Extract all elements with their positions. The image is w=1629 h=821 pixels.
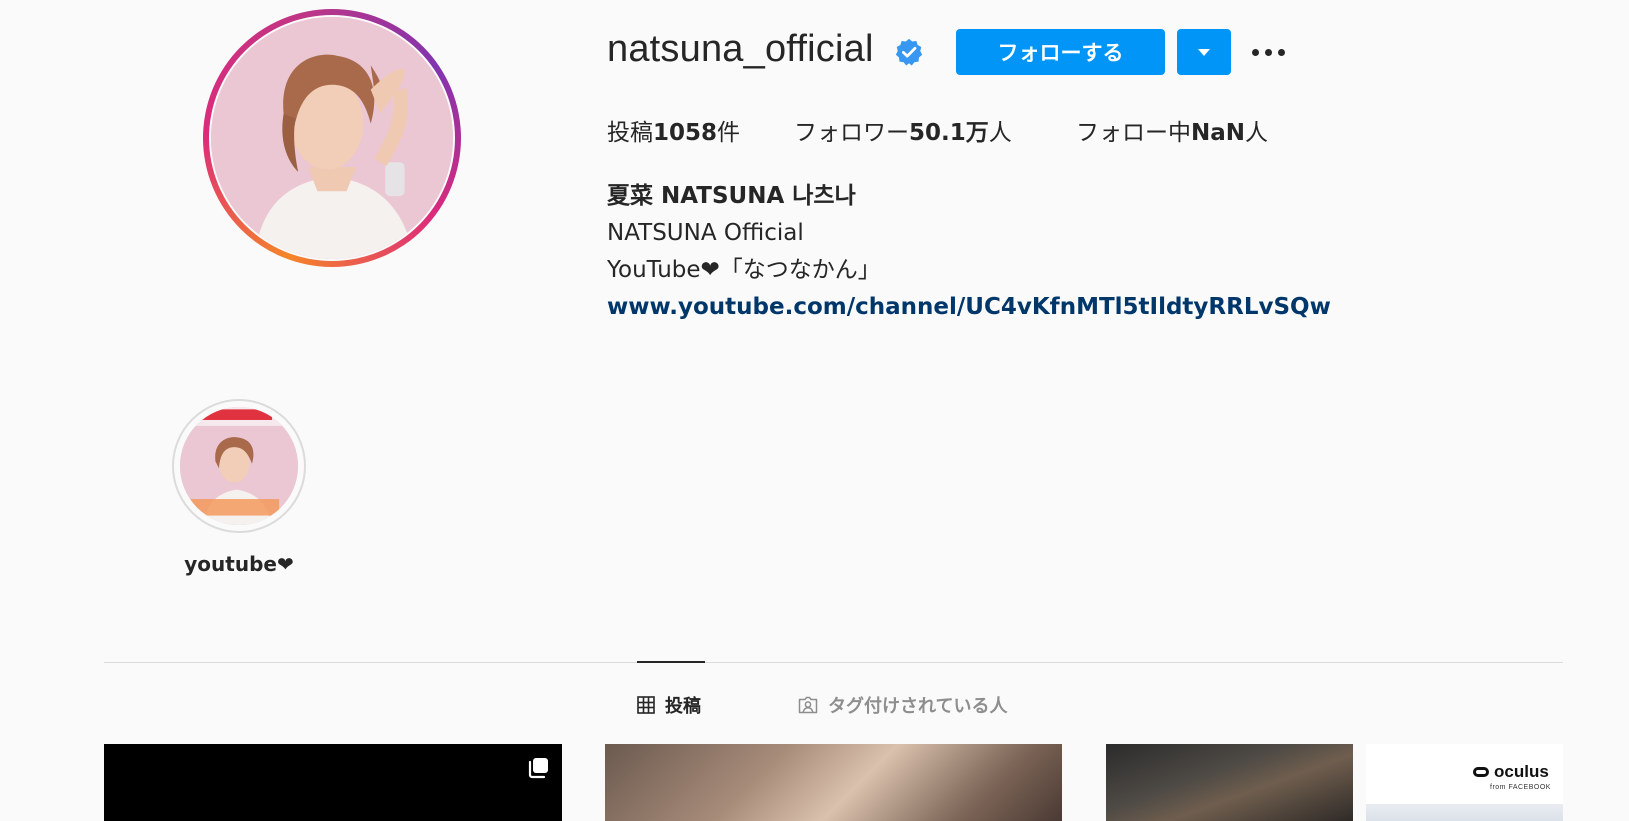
tab-tagged-label: タグ付けされている人: [828, 696, 1008, 717]
tab-tagged[interactable]: タグ付けされている人: [798, 692, 1007, 718]
follow-button[interactable]: フォローする: [956, 29, 1165, 75]
following-label: フォロー中: [1076, 120, 1191, 146]
profile-page: natsuna_official フォローする 投稿1058件 フォロワー50.…: [0, 0, 1629, 821]
oculus-ad-photo: [1366, 804, 1563, 821]
suggested-accounts-dropdown-button[interactable]: [1177, 29, 1231, 75]
story-highlight[interactable]: [172, 399, 306, 533]
grid-icon: [637, 696, 655, 714]
bio-external-link[interactable]: www.youtube.com/channel/UC4vKfnMTl5tIldt…: [607, 289, 1331, 326]
bio-line-1: NATSUNA Official: [607, 220, 804, 246]
profile-avatar[interactable]: [211, 17, 453, 259]
tab-posts-label: 投稿: [665, 696, 701, 717]
oculus-logo: oculus: [1473, 762, 1549, 782]
followers-count: 50.1万: [909, 120, 989, 146]
bio-line-2: YouTube❤︎「なつなかん」: [607, 257, 881, 283]
verified-badge-icon: [895, 38, 923, 66]
oculus-brand-text: oculus: [1494, 762, 1549, 781]
highlight-label[interactable]: youtube❤︎: [165, 552, 313, 576]
posts-label: 投稿: [607, 120, 653, 146]
tagged-person-icon: [798, 696, 818, 714]
more-dot: [1264, 48, 1272, 56]
tab-posts[interactable]: 投稿: [637, 692, 701, 718]
posts-count-stat: 投稿1058件: [607, 113, 740, 147]
oculus-ring-icon: [1473, 767, 1489, 777]
posts-suffix: 件: [717, 120, 741, 146]
following-suffix: 人: [1245, 120, 1269, 146]
more-dot: [1277, 48, 1285, 56]
more-dot: [1251, 48, 1259, 56]
followers-label: フォロワー: [794, 120, 909, 146]
highlight-cover-illustration: [180, 407, 298, 525]
full-name: 夏菜 NATSUNA 나츠나: [607, 183, 856, 209]
followers-count-stat[interactable]: フォロワー50.1万人: [794, 113, 1012, 147]
username: natsuna_official: [607, 28, 874, 70]
post-thumbnail[interactable]: [605, 744, 1062, 821]
active-tab-indicator: [637, 661, 705, 663]
caret-down-icon: [1198, 48, 1210, 56]
following-count-stat[interactable]: フォロー中NaN人: [1076, 113, 1268, 147]
carousel-icon: [528, 758, 548, 779]
more-options-icon[interactable]: [1248, 36, 1288, 68]
post-thumbnail[interactable]: [1106, 744, 1353, 821]
profile-bio: 夏菜 NATSUNA 나츠나 NATSUNA Official YouTube❤…: [607, 178, 1331, 326]
post-thumbnail[interactable]: [104, 744, 562, 821]
posts-count: 1058: [653, 120, 718, 146]
following-count: NaN: [1191, 120, 1246, 146]
oculus-sub-text: from FACEBOOK: [1490, 784, 1551, 791]
profile-avatar-story-ring[interactable]: [203, 9, 461, 267]
avatar-portrait-illustration: [211, 17, 453, 259]
post-thumbnail[interactable]: oculus from FACEBOOK: [1366, 744, 1563, 821]
highlight-cover-image: [180, 407, 298, 525]
tabs-divider: [104, 662, 1563, 663]
followers-suffix: 人: [988, 120, 1012, 146]
